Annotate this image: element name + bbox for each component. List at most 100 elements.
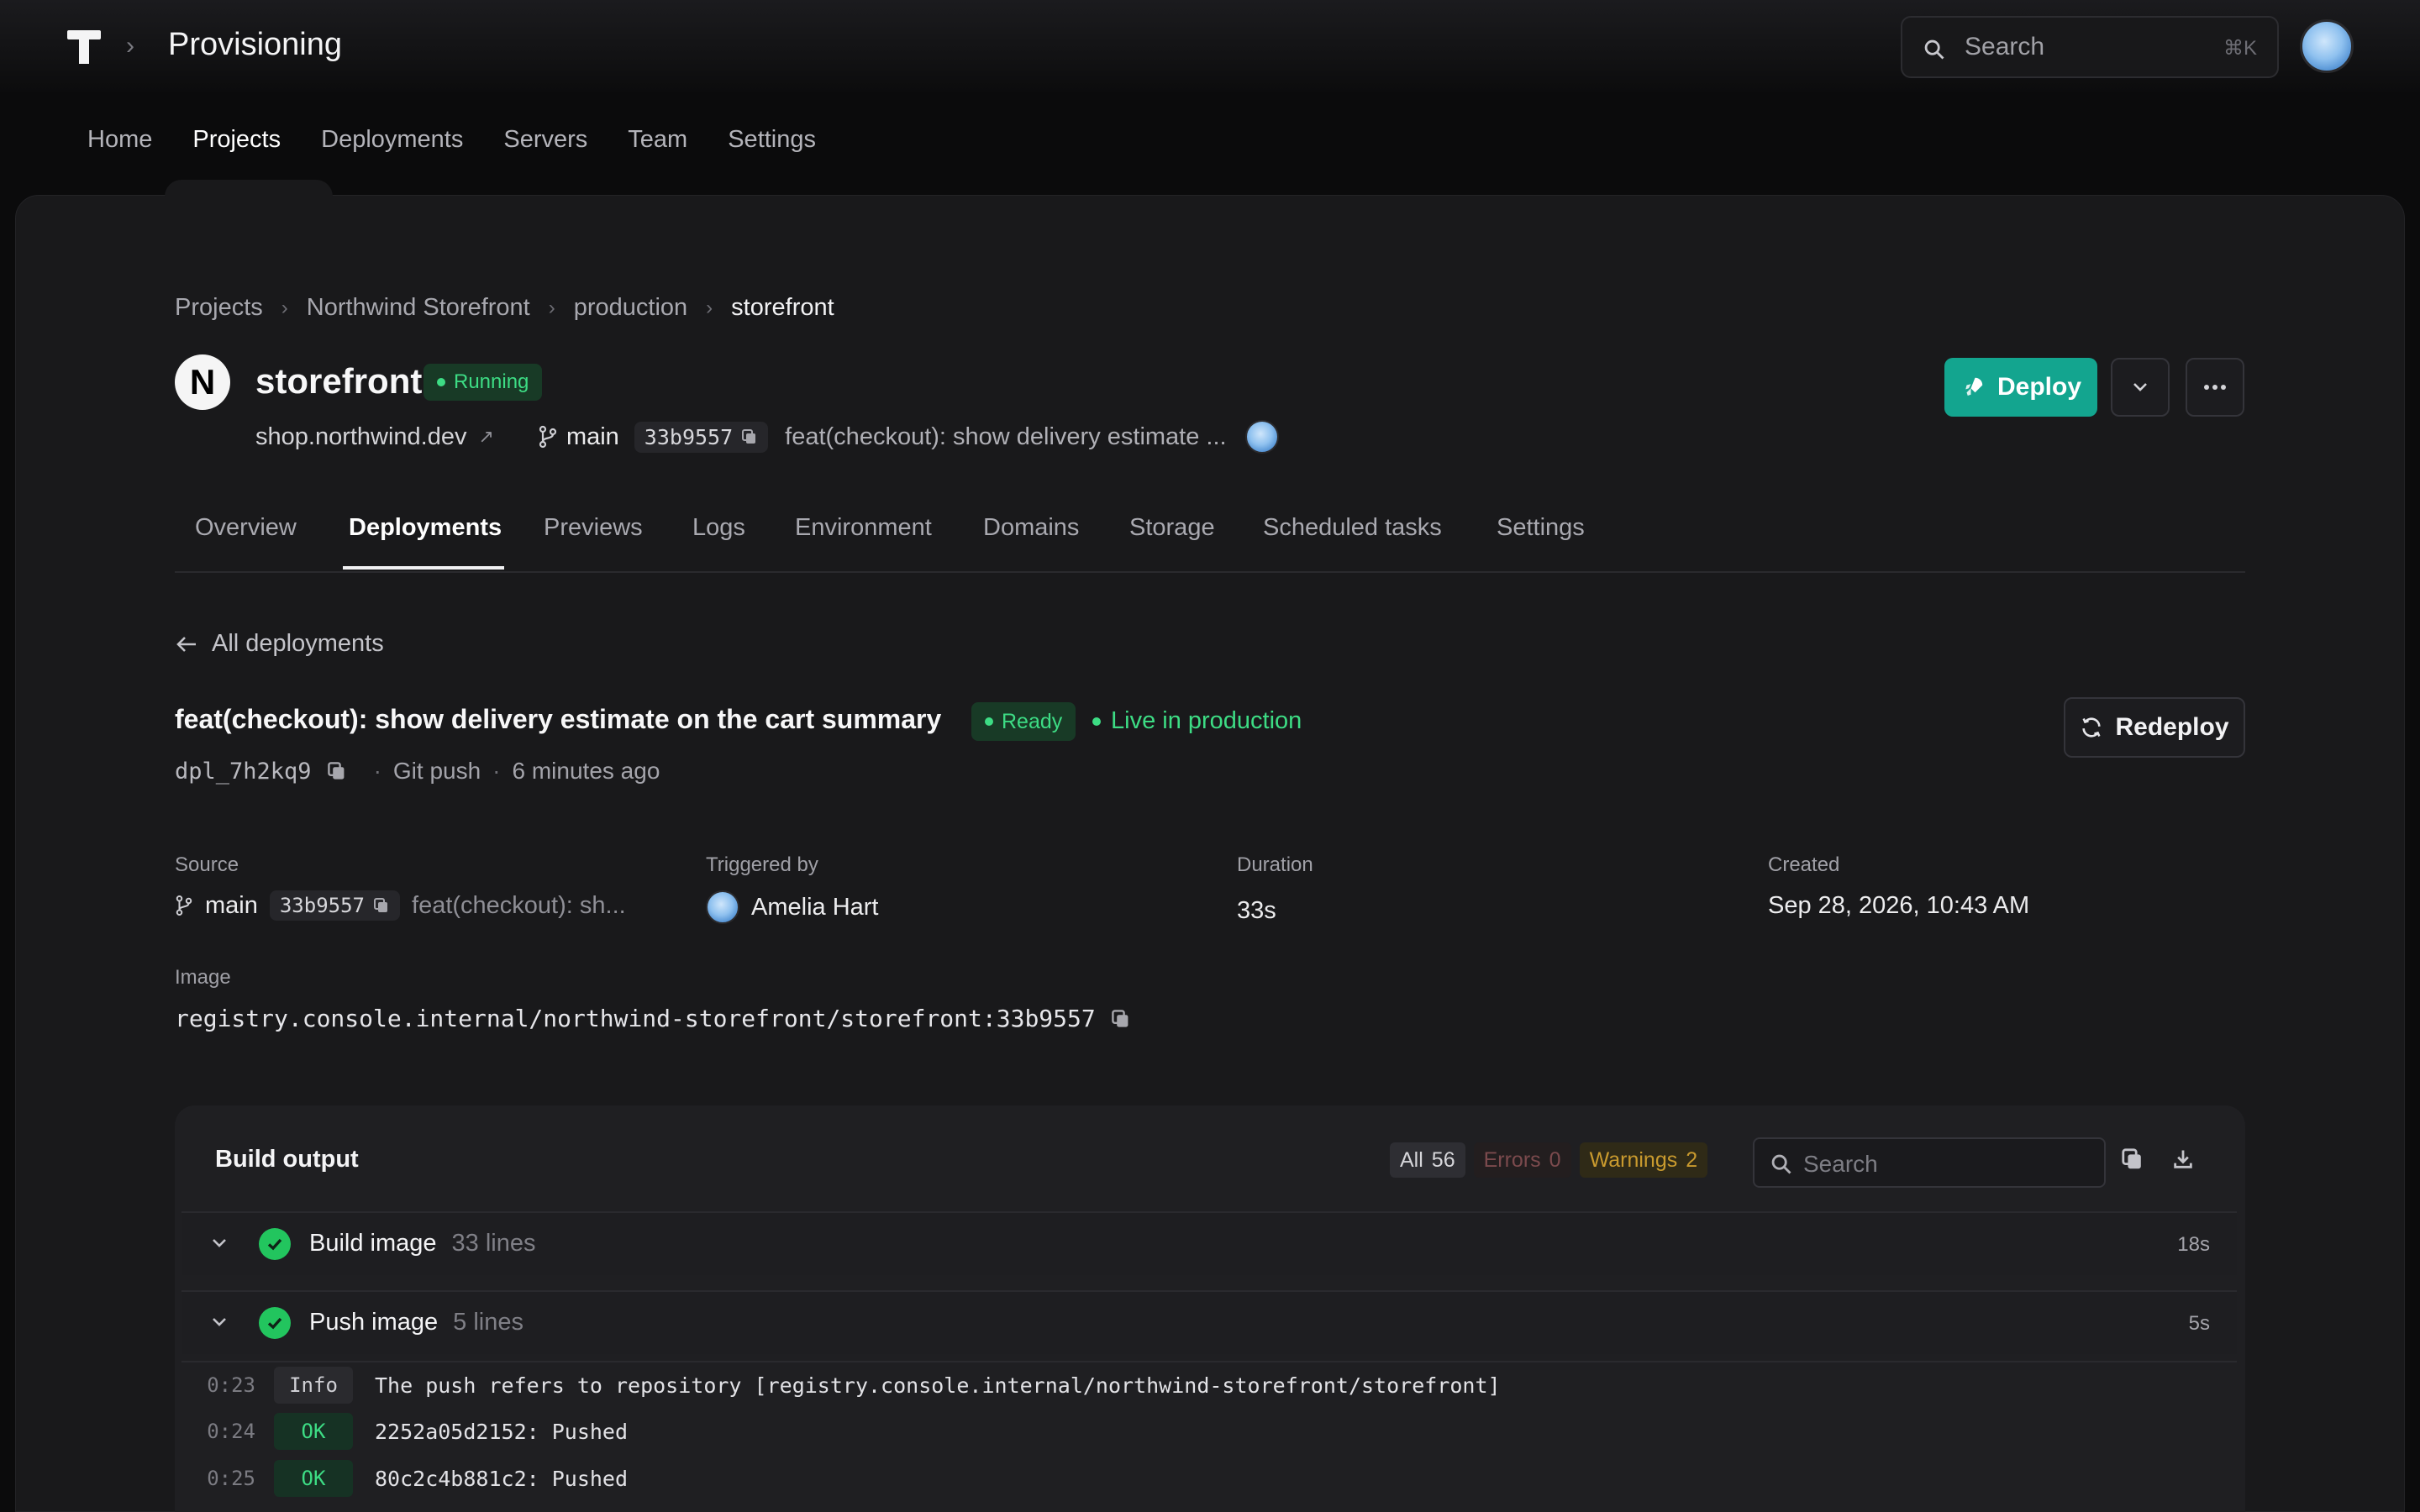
separator-dot: · xyxy=(492,758,501,784)
copy-icon[interactable] xyxy=(1111,1009,1131,1029)
filter-errors-label: Errors xyxy=(1483,1147,1541,1172)
nav-home[interactable]: Home xyxy=(67,126,172,168)
tab-domains[interactable]: Domains xyxy=(983,514,1079,542)
log-message: The push refers to repository [registry.… xyxy=(375,1373,1501,1398)
live-dot-icon xyxy=(1092,717,1101,726)
deploy-button[interactable]: Deploy xyxy=(1944,358,2097,417)
source-commit: 33b9557 xyxy=(279,894,366,917)
status-dot-icon xyxy=(437,378,445,386)
image-name: registry.console.internal/northwind-stor… xyxy=(175,1005,1096,1032)
service-tabs: Overview Deployments Previews Logs Envir… xyxy=(175,504,2245,573)
redeploy-button[interactable]: Redeploy xyxy=(2064,697,2245,758)
image-label: Image xyxy=(175,966,231,989)
log-time: 0:24 xyxy=(207,1420,255,1443)
nav-settings[interactable]: Settings xyxy=(708,126,836,168)
filter-all[interactable]: All 56 xyxy=(1390,1142,1465,1178)
filter-warnings-label: Warnings xyxy=(1589,1147,1678,1172)
breadcrumb-service: storefront xyxy=(731,294,834,321)
global-search-input[interactable]: Search ⌘K xyxy=(1901,16,2279,78)
arrow-left-icon xyxy=(176,636,196,652)
breadcrumb-project[interactable]: Northwind Storefront xyxy=(307,294,530,322)
tab-previews[interactable]: Previews xyxy=(544,514,643,542)
deployment-id: dpl_7h2kq9 xyxy=(175,758,312,785)
log-message: 2252a05d2152: Pushed xyxy=(375,1419,629,1444)
breadcrumb: Projects › Northwind Storefront › produc… xyxy=(175,294,834,322)
active-tab-underline xyxy=(343,566,504,570)
copy-icon[interactable] xyxy=(741,428,758,445)
nav-active-indicator xyxy=(165,180,333,198)
rocket-icon xyxy=(1965,377,1983,396)
chevron-down-icon[interactable] xyxy=(210,1233,229,1253)
created-label: Created xyxy=(1768,853,1840,876)
live-label: Live in production xyxy=(1111,707,1302,734)
copy-icon[interactable] xyxy=(373,897,390,914)
build-output-panel: Build output All 56 Errors 0 Warnings 2 … xyxy=(175,1105,2245,1512)
nav-projects[interactable]: Projects xyxy=(172,126,301,168)
search-icon xyxy=(1771,1154,1791,1174)
commit-author-avatar xyxy=(1244,420,1279,454)
chevron-right-icon: › xyxy=(281,296,288,319)
source-commit-chip[interactable]: 33b9557 xyxy=(269,890,401,921)
chevron-right-icon: › xyxy=(706,296,713,319)
commit-chip[interactable]: 33b9557 xyxy=(634,421,769,453)
breadcrumb-projects[interactable]: Projects xyxy=(175,294,263,322)
refresh-icon xyxy=(2082,717,2102,738)
more-actions-button[interactable] xyxy=(2186,358,2244,417)
branch-info: main xyxy=(538,423,619,451)
created-value: Sep 28, 2026, 10:43 AM xyxy=(1768,892,2030,919)
check-circle-icon xyxy=(259,1307,291,1339)
tab-scheduled-tasks[interactable]: Scheduled tasks xyxy=(1263,514,1442,542)
chevron-down-icon xyxy=(2133,383,2147,391)
tab-overview[interactable]: Overview xyxy=(195,514,297,542)
live-indicator: Live in production xyxy=(1092,707,1302,735)
all-deployments-link[interactable]: All deployments xyxy=(175,630,384,658)
tab-storage[interactable]: Storage xyxy=(1129,514,1215,542)
log-level-badge: Info xyxy=(274,1367,353,1404)
user-avatar[interactable] xyxy=(2300,19,2354,73)
duration-label: Duration xyxy=(1237,853,1313,876)
source-branch: main xyxy=(205,891,258,919)
main-nav: Home Projects Deployments Servers Team S… xyxy=(67,126,836,168)
filter-errors[interactable]: Errors 0 xyxy=(1473,1142,1571,1178)
workspace-title[interactable]: Provisioning xyxy=(168,27,342,63)
nav-deployments[interactable]: Deployments xyxy=(301,126,483,168)
triggered-by-value: Amelia Hart xyxy=(706,890,879,924)
chevron-right-icon: › xyxy=(126,32,134,60)
download-icon[interactable] xyxy=(2171,1147,2195,1171)
tab-environment[interactable]: Environment xyxy=(795,514,932,542)
nav-servers[interactable]: Servers xyxy=(483,126,608,168)
git-branch-icon xyxy=(539,425,557,449)
copy-icon[interactable] xyxy=(327,761,347,781)
log-level-badge: OK xyxy=(274,1413,353,1450)
chevron-right-icon: › xyxy=(548,296,555,319)
status-badge: Running xyxy=(424,364,543,401)
log-time: 0:25 xyxy=(207,1467,255,1490)
step-line-count: 33 lines xyxy=(451,1230,536,1257)
log-search-input[interactable]: Search xyxy=(1753,1137,2106,1188)
chevron-down-icon[interactable] xyxy=(210,1312,229,1332)
commit-hash: 33b9557 xyxy=(644,424,734,449)
build-step[interactable]: Push image 5 lines 5s xyxy=(182,1290,2237,1354)
service-meta: shop.northwind.dev ↗ main 33b9557 feat(c… xyxy=(255,420,1279,454)
breadcrumb-environment[interactable]: production xyxy=(574,294,687,322)
more-horizontal-icon xyxy=(2204,385,2226,390)
check-circle-icon xyxy=(259,1228,291,1260)
filter-all-label: All xyxy=(1400,1147,1423,1172)
copy-logs-icon[interactable] xyxy=(2121,1147,2144,1171)
filter-warnings[interactable]: Warnings 2 xyxy=(1579,1142,1708,1178)
deploy-options-button[interactable] xyxy=(2111,358,2170,417)
tab-deployments[interactable]: Deployments xyxy=(349,514,502,542)
search-icon xyxy=(1924,39,1944,60)
step-duration: 5s xyxy=(2188,1312,2210,1335)
log-line: 0:23 Info The push refers to repository … xyxy=(182,1361,2237,1408)
search-placeholder: Search xyxy=(1965,33,2045,60)
build-step[interactable]: Build image 33 lines 18s xyxy=(182,1211,2237,1275)
source-message: feat(checkout): sh... xyxy=(412,891,626,919)
tab-logs[interactable]: Logs xyxy=(692,514,745,542)
external-link-icon[interactable]: ↗ xyxy=(479,426,494,448)
nav-team[interactable]: Team xyxy=(608,126,708,168)
service-domain-link[interactable]: shop.northwind.dev xyxy=(255,423,467,451)
branch-name: main xyxy=(566,423,619,450)
app-logo-icon[interactable] xyxy=(67,30,101,64)
tab-settings[interactable]: Settings xyxy=(1497,514,1585,542)
